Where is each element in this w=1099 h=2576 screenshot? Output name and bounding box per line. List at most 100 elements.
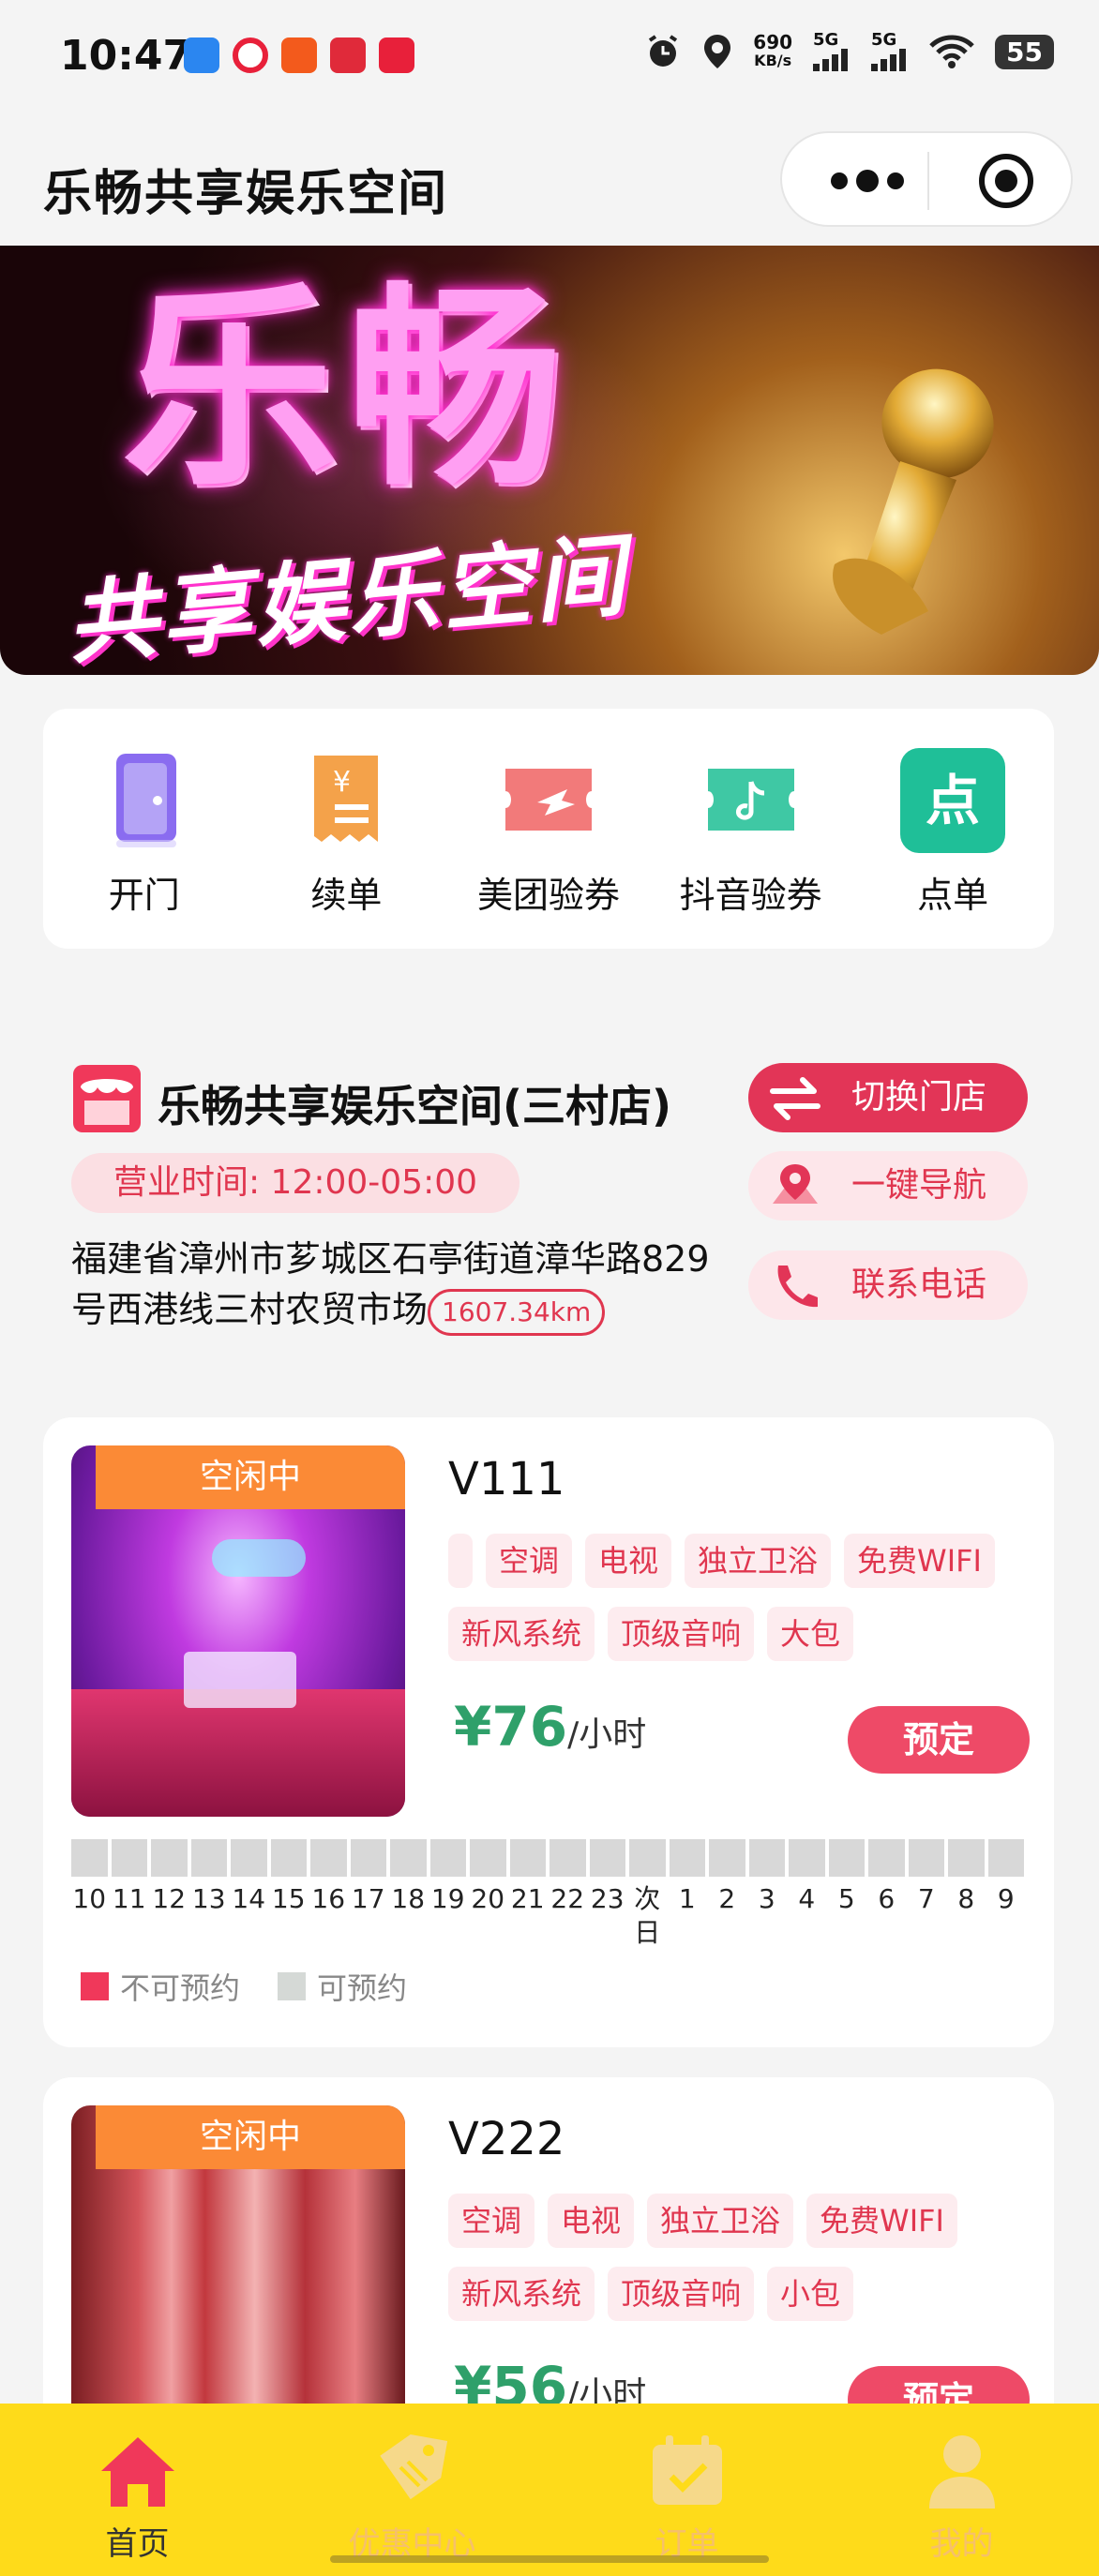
- hour-label: 18: [391, 1883, 426, 1914]
- availability-timeline: [71, 1839, 1024, 1877]
- navigate-button[interactable]: 一键导航: [748, 1151, 1028, 1221]
- distance-badge: 1607.34km: [428, 1288, 606, 1336]
- hour-label: 13: [191, 1883, 226, 1914]
- tab-coupons[interactable]: 优惠中心: [275, 2404, 550, 2576]
- time-slot: [828, 1839, 865, 1877]
- legend-swatch-available: [278, 1972, 307, 2000]
- room-card[interactable]: 空闲中 V111 空调 电视 独立卫浴 免费WIFI 新风系统 顶级音响 大包 …: [43, 1417, 1054, 2047]
- app-notification-icon: [379, 37, 414, 73]
- hour-label: 16: [311, 1883, 346, 1914]
- coupon-tag-icon: [379, 2434, 447, 2500]
- time-slot: [310, 1839, 347, 1877]
- page-title: 乐畅共享娱乐空间: [43, 166, 449, 222]
- quick-menu: 开门 ¥ 续单 美团验券 抖音验券 点 点单: [43, 709, 1054, 949]
- room-tag: 免费WIFI: [844, 1534, 995, 1588]
- time-slot: [390, 1839, 427, 1877]
- time-slot: [71, 1839, 108, 1877]
- room-tag: 新风系统: [448, 2267, 595, 2321]
- hour-label: 12: [152, 1883, 187, 1914]
- network-speed: 690 KB/s: [753, 31, 793, 69]
- hour-label: 19: [430, 1883, 465, 1914]
- menu-item-douyin-ticket[interactable]: 抖音验券: [650, 709, 852, 949]
- time-slot: [868, 1839, 905, 1877]
- time-slot: [550, 1839, 586, 1877]
- wifi-icon: [929, 35, 974, 68]
- room-name: V222: [448, 2113, 565, 2165]
- app-notification-icon: [233, 37, 268, 73]
- user-icon: [928, 2435, 995, 2509]
- room-tag: 空调: [486, 1534, 573, 1588]
- room-tag: 独立卫浴: [647, 2194, 794, 2248]
- switch-store-button[interactable]: 切换门店: [748, 1063, 1028, 1132]
- room-tags: 空调 电视 独立卫浴 免费WIFI 新风系统 顶级音响 小包: [448, 2194, 1030, 2321]
- phone-icon: [777, 1266, 818, 1308]
- time-slot: [231, 1839, 267, 1877]
- room-tag: 大包: [767, 1607, 854, 1661]
- time-slot: [151, 1839, 188, 1877]
- svg-text:¥: ¥: [333, 766, 351, 799]
- hour-label: 1: [678, 1883, 696, 1914]
- time-slot: [509, 1839, 546, 1877]
- menu-item-renew[interactable]: ¥ 续单: [246, 709, 448, 949]
- menu-item-open-door[interactable]: 开门: [43, 709, 246, 949]
- time-slot: [987, 1839, 1024, 1877]
- hour-label: 15: [271, 1883, 306, 1914]
- banner[interactable]: 乐畅 共享娱乐空间: [0, 246, 1099, 675]
- room-tag: [448, 1534, 473, 1588]
- time-slot: [748, 1839, 785, 1877]
- bottom-tab-bar: 首页 优惠中心 订单 我的: [0, 2404, 1099, 2576]
- hour-label: 20: [471, 1883, 505, 1914]
- room-tag: 新风系统: [448, 1607, 595, 1661]
- mini-program-capsule: [780, 131, 1073, 227]
- signal-icon: 5G: [813, 32, 851, 71]
- microphone-icon: [833, 368, 994, 635]
- menu-item-meituan-ticket[interactable]: 美团验券: [447, 709, 650, 949]
- time-slot: [948, 1839, 985, 1877]
- hour-label: 11: [112, 1883, 146, 1914]
- hour-label: 22: [550, 1883, 585, 1914]
- tab-orders[interactable]: 订单: [550, 2404, 824, 2576]
- more-icon[interactable]: [825, 167, 910, 195]
- time-slot: [111, 1839, 147, 1877]
- time-slot: [470, 1839, 506, 1877]
- time-slot: [908, 1839, 944, 1877]
- status-time: 10:47: [60, 32, 192, 80]
- time-slot: [270, 1839, 307, 1877]
- hour-label: 次日: [634, 1883, 661, 1948]
- battery-indicator: 55: [995, 34, 1054, 69]
- hour-label: 21: [510, 1883, 545, 1914]
- store-icon: [73, 1065, 141, 1132]
- room-tag: 小包: [767, 2267, 854, 2321]
- room-tag: 免费WIFI: [806, 2194, 957, 2248]
- alarm-icon: [649, 35, 678, 67]
- app-notification-icon: [281, 37, 317, 73]
- douyin-ticket-icon: [707, 769, 794, 831]
- hour-label: 10: [72, 1883, 107, 1914]
- home-icon: [100, 2437, 174, 2507]
- room-price: ¥76/小时: [454, 1695, 647, 1759]
- close-mini-program-icon[interactable]: [977, 152, 1035, 210]
- room-status-badge: 空闲中: [96, 2105, 405, 2169]
- book-button[interactable]: 预定: [848, 1706, 1030, 1774]
- menu-item-order[interactable]: 点 点单: [851, 709, 1054, 949]
- signal-icon: 5G: [871, 32, 909, 71]
- call-button[interactable]: 联系电话: [748, 1251, 1028, 1320]
- tab-profile[interactable]: 我的: [824, 2404, 1099, 2576]
- tab-home[interactable]: 首页: [0, 2404, 275, 2576]
- business-hours-badge: 营业时间: 12:00-05:00: [71, 1153, 519, 1213]
- renew-icon: ¥: [314, 756, 379, 842]
- room-card[interactable]: 空闲中 V222 空调 电视 独立卫浴 免费WIFI 新风系统 顶级音响 小包 …: [43, 2077, 1054, 2452]
- room-tag: 独立卫浴: [685, 1534, 832, 1588]
- time-slot: [789, 1839, 825, 1877]
- time-slot: [669, 1839, 705, 1877]
- notification-icons: [184, 37, 414, 73]
- status-bar: 10:47 690 KB/s 5G 5G 55: [0, 0, 1099, 112]
- room-tag: 空调: [448, 2194, 535, 2248]
- store-address: 福建省漳州市芗城区石亭街道漳华路829号西港线三村农贸市场 1607.34km: [71, 1234, 728, 1336]
- hour-label: 17: [351, 1883, 385, 1914]
- hour-label: 8: [957, 1883, 975, 1914]
- room-tag: 电视: [585, 1534, 672, 1588]
- location-icon: [704, 35, 731, 68]
- home-indicator[interactable]: [330, 2555, 769, 2563]
- door-icon: [115, 754, 176, 847]
